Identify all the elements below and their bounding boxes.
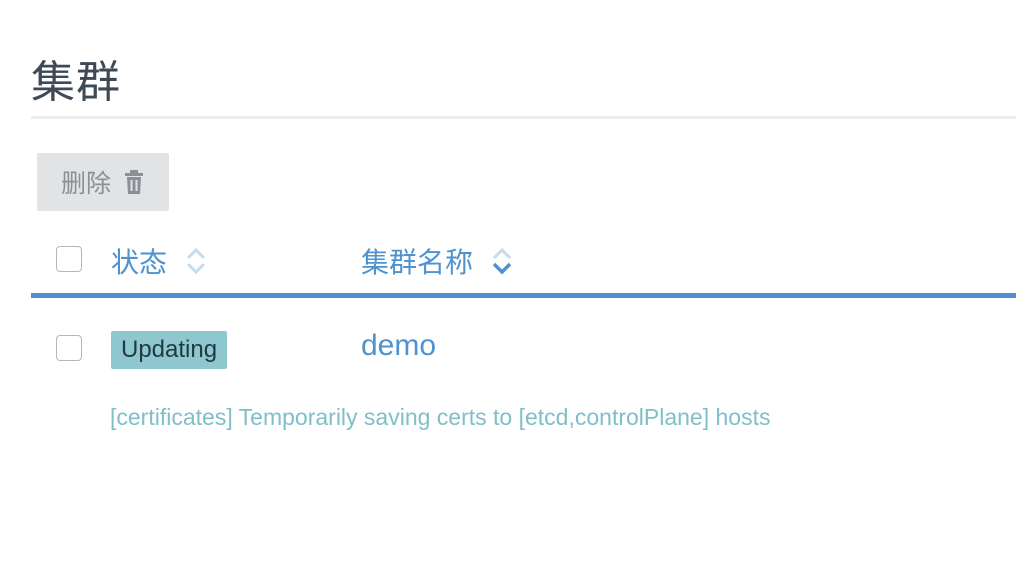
column-header-cluster-name[interactable]: 集群名称 [361,238,513,284]
column-header-state[interactable]: 状态 [111,238,207,284]
row-checkbox[interactable] [56,335,82,361]
column-header-state-label: 状态 [111,247,168,278]
select-all-checkbox[interactable] [56,246,82,272]
sort-desc-icon [491,245,513,277]
cluster-name-link[interactable]: demo [361,326,436,366]
title-divider [31,116,1016,119]
column-header-cluster-name-label: 集群名称 [361,247,474,278]
delete-button[interactable]: 删除 [37,153,169,211]
status-badge: Updating [111,331,228,369]
page-title: 集群 [31,58,121,108]
delete-button-label: 删除 [60,170,111,198]
sort-icon [185,245,207,277]
transition-message: [certificates] Temporarily saving certs … [110,404,771,430]
trash-icon [123,169,145,195]
table-header-rule [31,293,1016,298]
